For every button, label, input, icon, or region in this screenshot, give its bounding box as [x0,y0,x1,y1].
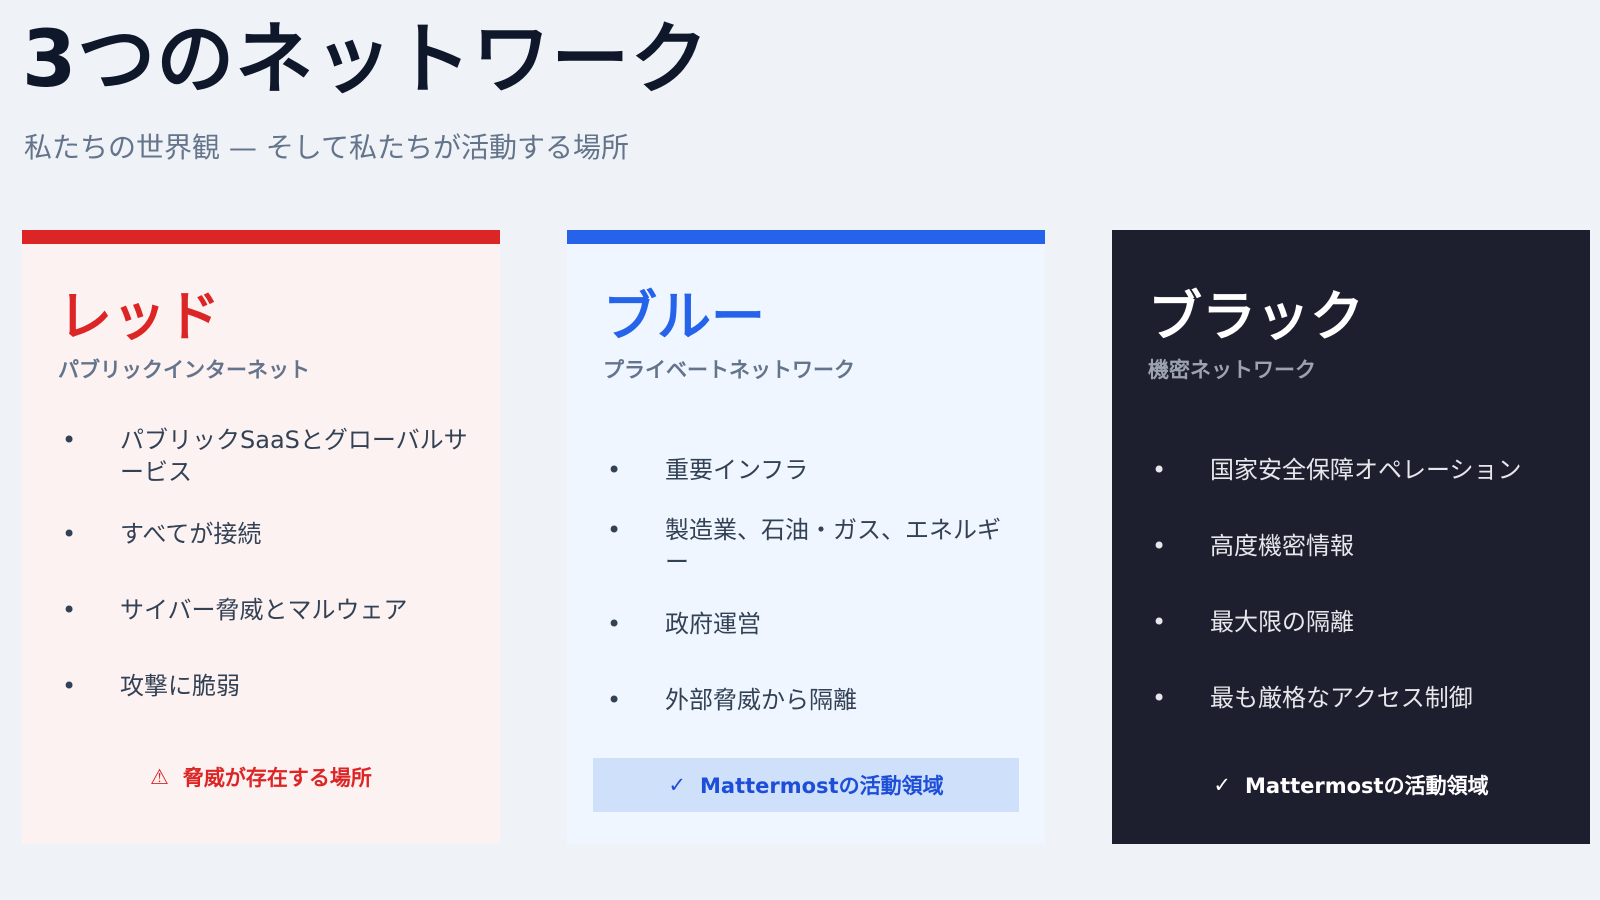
list-item: • 最大限の隔離 [1152,608,1354,636]
card-subtitle: プライベートネットワーク [603,358,855,382]
check-icon: ✓ [1213,773,1231,797]
bullet-icon: • [607,516,622,544]
card-subtitle: 機密ネットワーク [1148,358,1316,382]
bullet-icon: • [62,520,77,548]
list-item: • 政府運営 [607,610,761,638]
bullet-icon: • [62,596,77,624]
card-footer-threat: ⚠ 脅威が存在する場所 [48,750,474,804]
bullet-icon: • [62,426,77,454]
bullet-icon: • [1152,608,1167,636]
bullet-icon: • [1152,532,1167,560]
card-list: • 重要インフラ • 製造業、石油・ガス、エネルギー • 政府運営 • 外部脅威から隔離 [603,454,1015,716]
check-icon: ✓ [668,773,686,797]
list-item: • 製造業、石油・ガス、エネルギー [607,516,1001,576]
list-item: • 外部脅威から隔離 [607,686,857,714]
card-footer-mattermost: ✓ Mattermostの活動領域 [593,758,1019,812]
card-title: レッド [58,285,220,348]
footer-label: Mattermostの活動領域 [700,774,944,798]
card-red: レッド パブリックインターネット • パブリックSaaSとグローバルサービス • す… [22,230,500,844]
footer-label: Mattermostの活動領域 [1245,774,1489,798]
card-title: ブラック [1148,285,1364,348]
bullet-icon: • [607,686,622,714]
list-item: • パブリックSaaSとグローバルサービス [62,426,468,486]
card-title: ブルー [603,285,765,348]
page-subtitle: 私たちの世界観 — そして私たちが活動する場所 [24,131,629,164]
bullet-icon: • [607,610,622,638]
warning-icon: ⚠ [150,765,169,789]
list-item: • 国家安全保障オペレーション [1152,456,1522,484]
list-item: • 重要インフラ [607,456,809,484]
list-item: • サイバー脅威とマルウェア [62,596,408,624]
bullet-icon: • [1152,456,1167,484]
list-item: • すべてが接続 [62,520,262,548]
list-item: • 攻撃に脆弱 [62,672,240,700]
card-list: • 国家安全保障オペレーション • 高度機密情報 • 最大限の隔離 • 最も厳格なアクセ… [1148,454,1560,714]
list-item: • 最も厳格なアクセス制御 [1152,684,1473,712]
bullet-icon: • [1152,684,1167,712]
bullet-icon: • [607,456,622,484]
page-title: 3つのネットワーク [22,15,710,105]
card-list: • パブリックSaaSとグローバルサービス • すべてが接続 • サイバー脅威とマルウ… [58,424,470,702]
list-item: • 高度機密情報 [1152,532,1354,560]
card-blue: ブルー プライベートネットワーク • 重要インフラ • 製造業、石油・ガス、エネルギ… [567,230,1045,844]
card-black: ブラック 機密ネットワーク • 国家安全保障オペレーション • 高度機密情報 • 最大… [1112,230,1590,844]
card-subtitle: パブリックインターネット [58,358,310,382]
card-footer-mattermost: ✓ Mattermostの活動領域 [1138,758,1564,812]
footer-label: 脅威が存在する場所 [182,766,372,790]
bullet-icon: • [62,672,77,700]
